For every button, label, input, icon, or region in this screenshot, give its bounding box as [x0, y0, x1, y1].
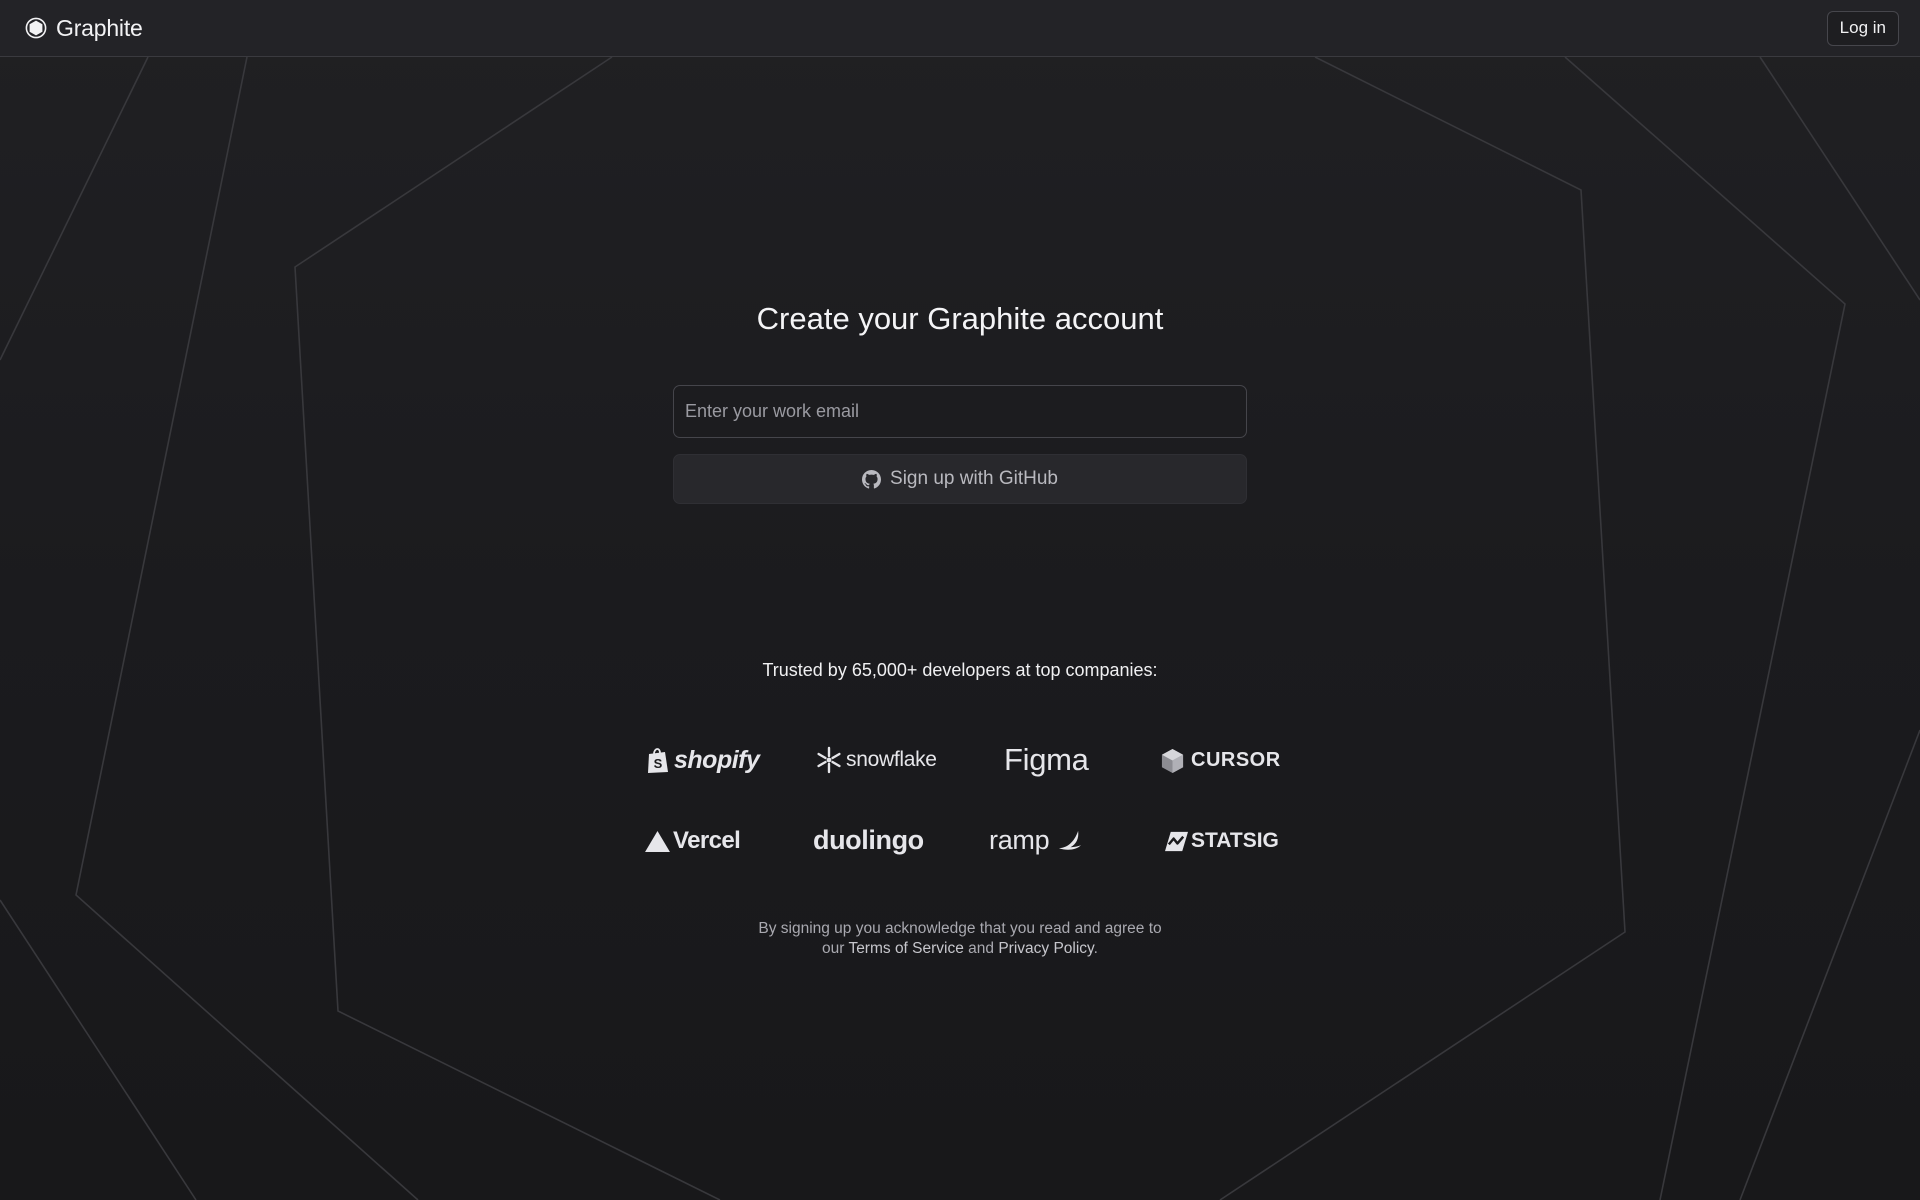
ramp-wing-icon: [1059, 830, 1082, 850]
terms-of-service-link[interactable]: Terms of Service: [848, 940, 963, 957]
snowflake-icon: [817, 746, 841, 774]
vercel-logo: Vercel: [644, 825, 741, 857]
legal-and: and: [963, 940, 999, 957]
statsig-logo-text: STATSIG: [1191, 829, 1279, 852]
figma-logo: Figma: [1004, 742, 1089, 777]
ramp-logo-text: ramp: [989, 824, 1050, 855]
duolingo-logo: duolingo: [813, 823, 924, 857]
signup-form-area: Create your Graphite account Sign up wit…: [0, 57, 1920, 1200]
statsig-logo: STATSIG: [1165, 827, 1279, 855]
page-title: Create your Graphite account: [756, 301, 1164, 336]
work-email-input[interactable]: [673, 385, 1247, 438]
shopify-bag-icon: S: [648, 748, 668, 773]
cursor-logo-text: CURSOR: [1191, 748, 1281, 771]
snowflake-logo: snowflake: [815, 745, 937, 775]
legal-line-1: By signing up you acknowledge that you r…: [758, 920, 1162, 937]
snowflake-logo-text: snowflake: [846, 748, 937, 771]
shopify-logo-text: shopify: [674, 745, 760, 774]
legal-suffix: .: [1093, 940, 1098, 957]
legal-notice: By signing up you acknowledge that you r…: [0, 919, 1920, 959]
cursor-cube-icon: [1161, 748, 1184, 773]
duolingo-logo-text: duolingo: [813, 824, 924, 855]
brand-name: Graphite: [56, 14, 143, 41]
vercel-logo-text: Vercel: [673, 827, 741, 854]
statsig-icon: [1165, 831, 1188, 851]
brand[interactable]: Graphite: [25, 15, 143, 42]
shopify-logo: S shopify: [646, 743, 760, 777]
login-button[interactable]: Log in: [1826, 10, 1899, 46]
github-button-label: Sign up with GitHub: [890, 468, 1058, 489]
svg-text:S: S: [654, 756, 663, 771]
cursor-logo: CURSOR: [1160, 745, 1281, 775]
legal-line-2: our Terms of Service and Privacy Policy.: [0, 939, 1920, 959]
figma-logo-text: Figma: [1004, 742, 1089, 777]
ramp-logo: ramp: [989, 823, 1082, 857]
signup-page: Graphite Log in Create your Graphite acc…: [0, 0, 1920, 1200]
trusted-by-text: Trusted by 65,000+ developers at top com…: [762, 660, 1158, 680]
github-signup-button[interactable]: Sign up with GitHub: [673, 454, 1247, 504]
top-navigation-bar: Graphite Log in: [0, 0, 1920, 57]
legal-prefix: our: [822, 940, 849, 957]
graphite-logo-icon: [25, 17, 47, 39]
privacy-policy-link[interactable]: Privacy Policy: [998, 940, 1093, 957]
vercel-triangle-icon: [645, 830, 670, 852]
github-icon: [862, 469, 882, 489]
